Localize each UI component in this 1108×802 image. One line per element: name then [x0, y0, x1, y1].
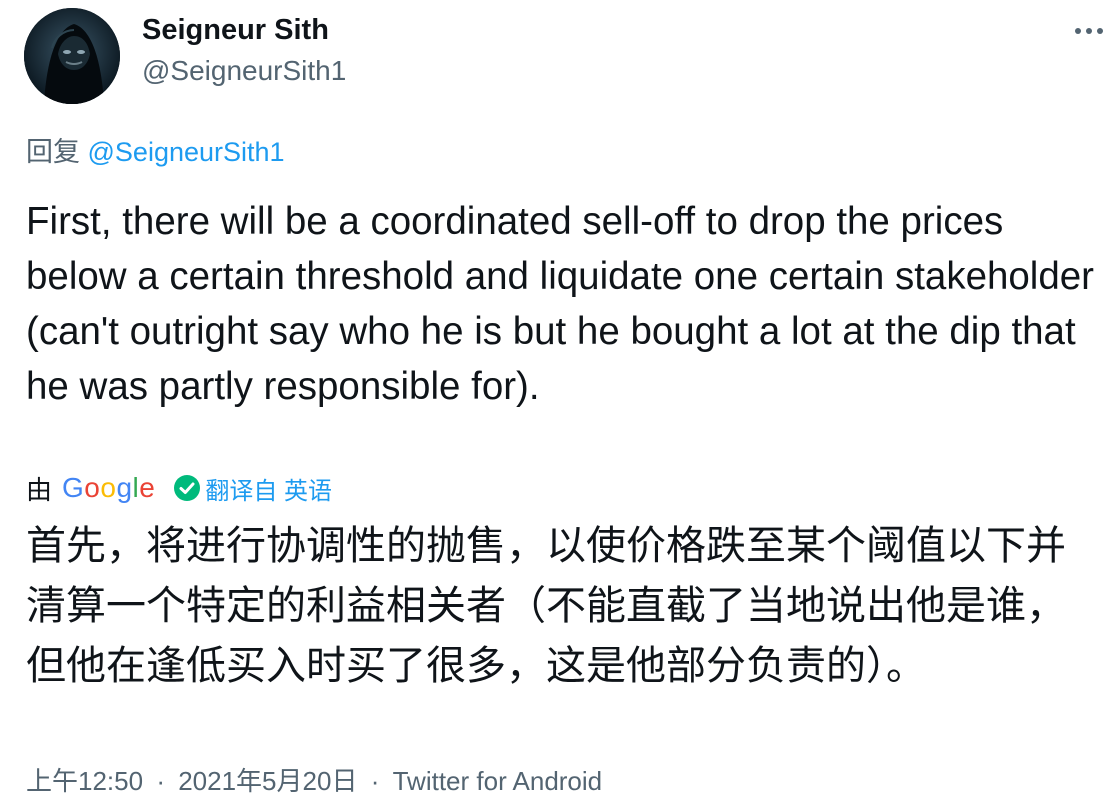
- more-dots-icon: [1075, 28, 1103, 34]
- check-circle-icon: [173, 474, 201, 502]
- tweet-source[interactable]: Twitter for Android: [393, 766, 603, 796]
- meta-separator: ·: [156, 766, 165, 796]
- reply-mention-link[interactable]: @SeigneurSith1: [88, 137, 285, 167]
- translation-attribution: 由 Google 翻译自 英语: [26, 468, 332, 508]
- translated-by-label: 由: [26, 474, 53, 505]
- more-options-button[interactable]: [1072, 14, 1106, 48]
- user-handle[interactable]: @SeigneurSith1: [142, 54, 346, 88]
- tweet-time[interactable]: 上午12:50: [26, 766, 143, 796]
- reply-context: 回复 @SeigneurSith1: [26, 134, 285, 170]
- translated-from-link[interactable]: 翻译自 英语: [205, 471, 332, 506]
- hooded-figure-avatar-icon: [24, 8, 120, 104]
- tweet-text: First, there will be a coordinated sell-…: [26, 200, 1094, 408]
- meta-separator: ·: [370, 766, 380, 796]
- tweet-metadata: 上午12:50 · 2021年5月20日 · Twitter for Andro…: [26, 764, 602, 798]
- display-name[interactable]: Seigneur Sith: [142, 12, 329, 48]
- translated-tweet-text: 首先，将进行协调性的抛售，以使价格跌至某个阈值以下并清算一个特定的利益相关者（不…: [26, 523, 1066, 689]
- reply-prefix: 回复: [26, 137, 80, 167]
- avatar[interactable]: [24, 8, 120, 104]
- tweet-date[interactable]: 2021年5月20日: [178, 766, 357, 796]
- google-logo: Google: [62, 472, 156, 503]
